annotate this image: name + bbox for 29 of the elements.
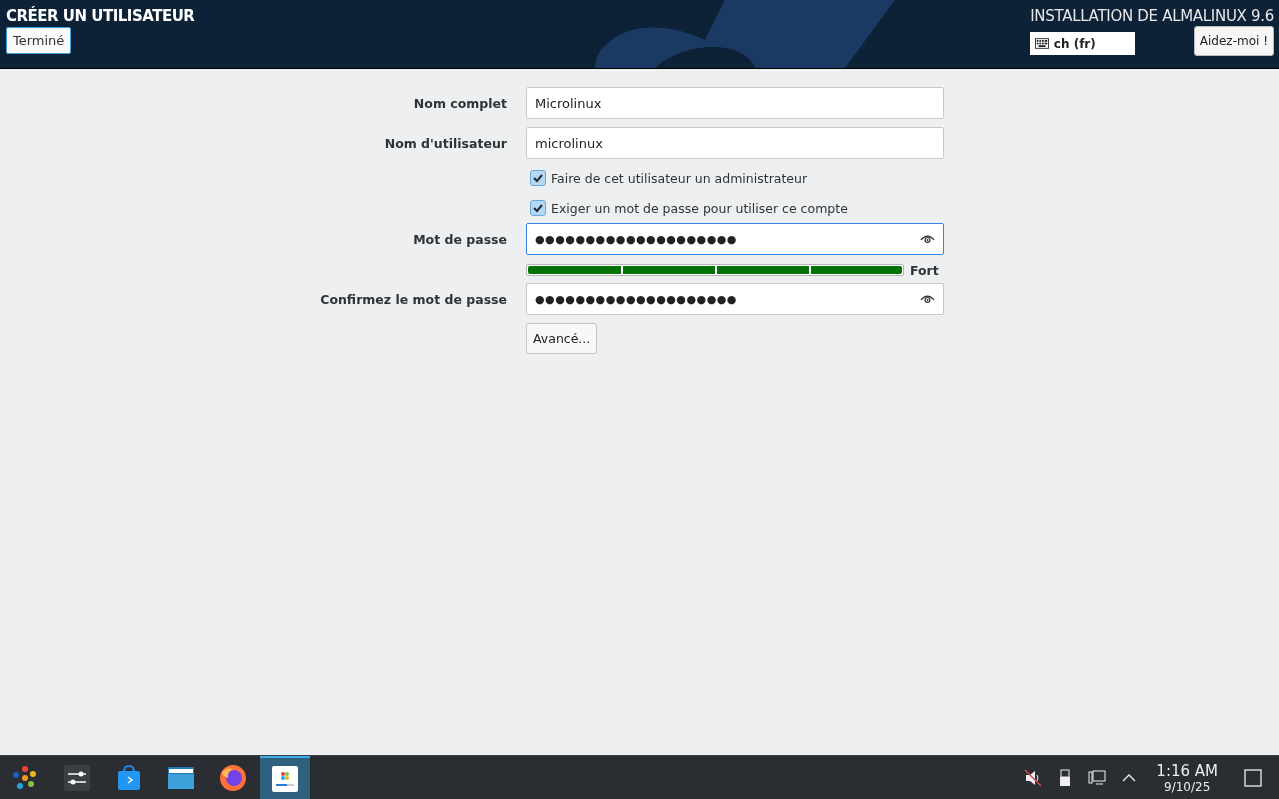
- advanced-button[interactable]: Avancé...: [526, 323, 598, 354]
- clock[interactable]: 1:16 AM 9/10/25: [1156, 761, 1218, 794]
- show-desktop-icon[interactable]: [1244, 768, 1262, 787]
- keyboard-icon: [1034, 38, 1049, 49]
- checkbox-label: Faire de cet utilisateur un administrateur: [551, 170, 808, 186]
- sliders-icon: [62, 762, 92, 793]
- field-label: Nom d'utilisateur: [384, 135, 507, 151]
- taskbar-app[interactable]: [260, 756, 310, 799]
- field-label: Confirmez le mot de passe: [320, 291, 507, 307]
- done-button[interactable]: Terminé: [6, 27, 72, 54]
- keyboard-layout-button[interactable]: ch (fr): [1029, 32, 1135, 55]
- eye-icon[interactable]: [920, 294, 935, 304]
- input-field[interactable]: Microlinux: [526, 87, 944, 119]
- strength-label: Fort: [910, 262, 939, 278]
- checkbox[interactable]: [530, 170, 546, 186]
- field-label: Nom complet: [413, 95, 507, 111]
- installer-window-icon: [270, 763, 300, 794]
- help-button[interactable]: Aidez-moi !: [1193, 26, 1274, 56]
- password-field[interactable]: ●●●●●●●●●●●●●●●●●●●●: [526, 283, 944, 315]
- checkbox[interactable]: [530, 200, 546, 216]
- input-field[interactable]: microlinux: [526, 127, 944, 159]
- product-title: INSTALLATION DE ALMALINUX 9.6: [1030, 7, 1274, 25]
- password-field[interactable]: ●●●●●●●●●●●●●●●●●●●●: [526, 223, 944, 255]
- muted-speaker-icon[interactable]: [1024, 768, 1043, 787]
- network-icon[interactable]: [1088, 768, 1107, 787]
- checkbox-label: Exiger un mot de passe pour utiliser ce compte: [551, 200, 848, 216]
- eye-icon[interactable]: [920, 234, 935, 244]
- screen-title: CRÉER UN UTILISATEUR: [6, 7, 195, 25]
- field-label: Mot de passe: [413, 231, 507, 247]
